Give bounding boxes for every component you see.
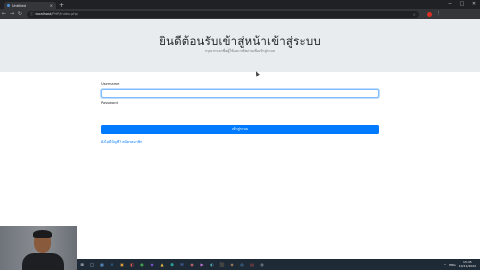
close-tab-icon[interactable]: × <box>50 3 53 8</box>
page-subtitle: กรุณากรอกชื่อผู้ใช้และรหัสผ่านเพื่อเข้าส… <box>204 49 276 53</box>
browser-toolbar: ← → ↻ ⓘ localhost /PHP/index.php ☆ ⋮ <box>0 9 480 19</box>
taskbar-app-icon[interactable]: ⬢ <box>169 261 176 268</box>
url-host: localhost <box>35 12 52 16</box>
new-tab-button[interactable]: + <box>59 2 64 9</box>
start-button-icon[interactable]: ⊞ <box>79 261 86 268</box>
window-controls: ─ □ ✕ <box>444 0 480 9</box>
webcam-overlay <box>0 226 77 270</box>
favicon-icon <box>7 4 10 7</box>
close-window-button[interactable]: ✕ <box>468 0 480 9</box>
taskbar-app-icons: ⊞ ◯ ▦ e ▣ ◧ ● ◆ ▲ ⬢ ✉ ◉ ▶ ◐ ⬛ ◈ ◎ ▤ ◍ <box>77 261 267 268</box>
taskbar-clock[interactable]: 10:45 10/11/2022 <box>458 260 476 268</box>
minimize-button[interactable]: ─ <box>444 0 456 9</box>
address-bar[interactable]: ⓘ localhost /PHP/index.php ☆ <box>27 10 419 18</box>
taskbar-app-icon[interactable]: ◈ <box>229 261 236 268</box>
maximize-button[interactable]: □ <box>456 0 468 9</box>
taskbar-app-icon[interactable]: ◉ <box>189 261 196 268</box>
forward-icon[interactable]: → <box>8 9 16 19</box>
taskbar-app-icon[interactable]: ◎ <box>239 261 246 268</box>
webcam-person-body <box>22 253 64 270</box>
browser-tab[interactable]: Untitled × <box>4 2 56 9</box>
taskbar-app-icon[interactable]: ◐ <box>209 261 216 268</box>
back-icon[interactable]: ← <box>0 9 8 19</box>
search-icon[interactable]: ◯ <box>89 261 96 268</box>
taskbar-app-icon[interactable]: ◧ <box>129 261 136 268</box>
tab-title: Untitled <box>12 3 26 8</box>
login-button[interactable]: เข้าสู่ระบบ <box>101 125 379 134</box>
username-label: Username <box>101 82 120 86</box>
toolbar-extensions: ⋮ <box>425 9 443 19</box>
welcome-jumbotron: ยินดีต้อนรับเข้าสู่หน้าเข้าสู่ระบบ กรุณา… <box>0 19 480 72</box>
taskbar-app-icon[interactable]: ▲ <box>159 261 166 268</box>
taskbar-app-icon[interactable]: ● <box>139 261 146 268</box>
password-input[interactable] <box>101 108 379 116</box>
taskbar-app-icon[interactable]: ⬛ <box>219 261 226 268</box>
menu-kebab-icon[interactable]: ⋮ <box>434 9 443 19</box>
taskbar-app-icon[interactable]: ◍ <box>259 261 266 268</box>
webcam-person-hair <box>33 230 52 238</box>
reload-icon[interactable]: ↻ <box>16 9 24 19</box>
register-link[interactable]: ยังไม่มีบัญชี? สมัครสมาชิก <box>101 139 142 145</box>
bookmark-star-icon[interactable]: ☆ <box>412 12 416 17</box>
taskbar-app-icon[interactable]: ◆ <box>149 261 156 268</box>
profile-avatar-icon[interactable] <box>427 11 432 17</box>
tray-overflow-icon[interactable]: ^ <box>444 263 447 267</box>
username-input[interactable] <box>101 89 379 98</box>
info-icon[interactable]: ⓘ <box>30 12 34 17</box>
taskbar-app-icon[interactable]: ▶ <box>199 261 206 268</box>
taskbar-app-icon[interactable]: e <box>109 261 116 268</box>
language-indicator[interactable]: ENG <box>449 263 455 267</box>
login-form: Username Password เข้าสู่ระบบ ยังไม่มีบั… <box>101 82 379 144</box>
taskbar: ⊞ ◯ ▦ e ▣ ◧ ● ◆ ▲ ⬢ ✉ ◉ ▶ ◐ ⬛ ◈ ◎ ▤ ◍ ^ ENG 10:45 10/11/20… <box>77 259 480 270</box>
system-tray: ^ ENG 10:45 10/11/2022 <box>441 260 480 268</box>
password-label: Password <box>101 101 118 105</box>
taskbar-app-icon[interactable]: ▤ <box>249 261 256 268</box>
taskbar-app-icon[interactable]: ✉ <box>179 261 186 268</box>
url-path: /PHP/index.php <box>51 12 78 16</box>
clock-date: 10/11/2022 <box>458 263 476 268</box>
taskbar-app-icon[interactable]: ▣ <box>119 261 126 268</box>
taskbar-app-icon[interactable]: ▦ <box>99 261 106 268</box>
browser-titlebar: Untitled × + ─ □ ✕ <box>0 0 480 9</box>
